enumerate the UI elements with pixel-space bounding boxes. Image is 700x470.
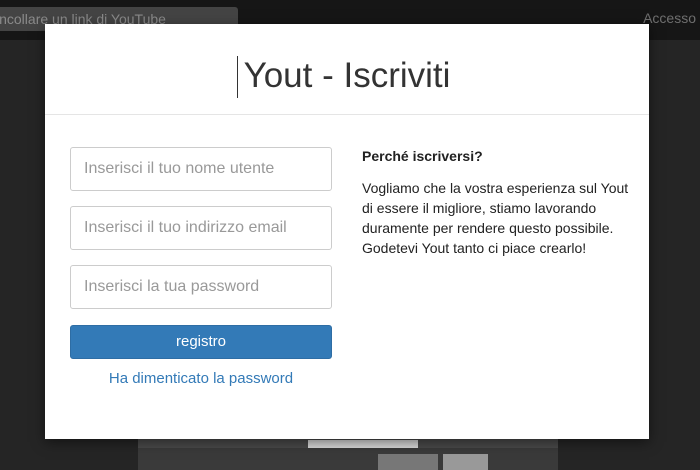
background-preview-thumbnail-2 <box>443 454 488 470</box>
password-field[interactable] <box>70 265 332 309</box>
email-field[interactable] <box>70 206 332 250</box>
background-preview-thumbnail <box>378 454 438 470</box>
why-signup-text: Vogliamo che la vostra esperienza sul Yo… <box>362 180 629 256</box>
background-preview-input <box>308 440 418 448</box>
text-cursor <box>237 56 238 98</box>
username-field[interactable] <box>70 147 332 191</box>
modal-header: Yout - Iscriviti <box>45 24 649 115</box>
why-signup-heading: Perché iscriversi? <box>362 148 483 164</box>
modal-title: Yout - Iscriviti <box>243 56 451 95</box>
register-button[interactable]: registro <box>70 325 332 359</box>
background-login-link[interactable]: Accesso <box>643 10 696 26</box>
signup-modal: Yout - Iscriviti registro Ha dimenticato… <box>45 24 649 439</box>
background-preview-image <box>138 436 558 470</box>
forgot-password-link[interactable]: Ha dimenticato la password <box>70 370 332 387</box>
